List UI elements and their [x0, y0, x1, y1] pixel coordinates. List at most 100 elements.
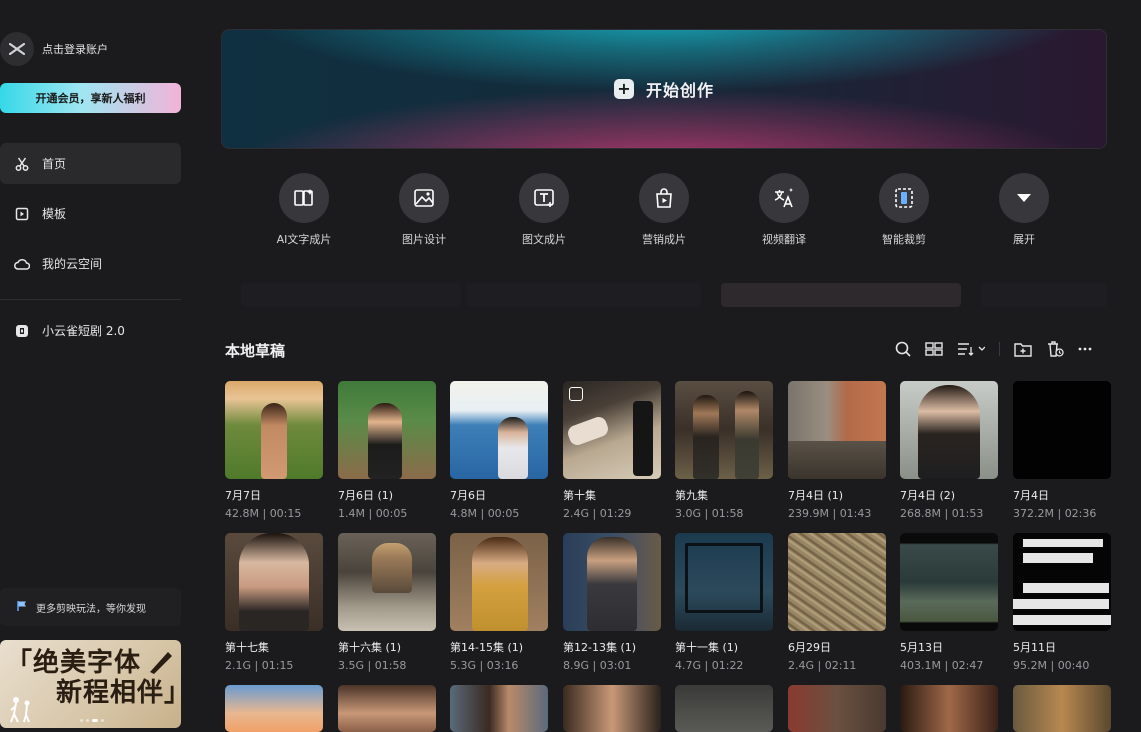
draft-card[interactable]: 第十六集 (1) 3.5G | 01:58: [338, 533, 436, 672]
ai-text-icon: [279, 173, 329, 223]
draft-card[interactable]: 7月7日 42.8M | 00:15: [225, 381, 323, 520]
draft-thumbnail[interactable]: [450, 533, 548, 631]
draft-card[interactable]: [675, 685, 773, 732]
vip-button[interactable]: 开通会员，享新人福利: [0, 83, 181, 113]
draft-card[interactable]: 第14-15集 (1) 5.3G | 03:16: [450, 533, 548, 672]
font-promo-banner[interactable]: 「绝美字体 新程相伴」: [0, 640, 181, 728]
draft-card[interactable]: [338, 685, 436, 732]
draft-thumbnail[interactable]: [675, 381, 773, 479]
draft-size: 268.8M: [900, 507, 941, 520]
draft-name: 7月6日: [450, 489, 486, 502]
faded-item: [721, 283, 961, 307]
draft-card[interactable]: 7月6日 4.8M | 00:05: [450, 381, 548, 520]
select-checkbox[interactable]: [569, 387, 583, 401]
draft-thumbnail[interactable]: [900, 533, 998, 631]
tool-text-image[interactable]: 图文成片: [504, 173, 584, 247]
start-creating-label: 开始创作: [645, 81, 714, 100]
sort-icon[interactable]: [957, 339, 985, 359]
draft-meta: 3.0G | 01:58: [675, 507, 744, 520]
draft-card[interactable]: [450, 685, 548, 732]
draft-thumbnail[interactable]: [675, 533, 773, 631]
draft-name: 第十六集 (1): [338, 641, 402, 654]
draft-thumbnail[interactable]: [338, 381, 436, 479]
tool-smart-crop[interactable]: 智能裁剪: [864, 173, 944, 247]
draft-duration: 00:05: [487, 507, 520, 520]
sidebar-item-home[interactable]: 首页: [0, 143, 181, 184]
draft-card[interactable]: 7月6日 (1) 1.4M | 00:05: [338, 381, 436, 520]
draft-card[interactable]: 第12-13集 (1) 8.9G | 03:01: [563, 533, 661, 672]
new-folder-icon[interactable]: [1014, 339, 1032, 359]
pen-icon: [150, 652, 172, 674]
tool-expand[interactable]: 展开: [984, 173, 1064, 247]
draft-meta: 8.9G | 03:01: [563, 659, 632, 672]
draft-card[interactable]: [788, 685, 886, 732]
draft-meta: 239.9M | 01:43: [788, 507, 872, 520]
recycle-icon[interactable]: [1046, 339, 1064, 359]
draft-card[interactable]: 5月13日 403.1M | 02:47: [900, 533, 998, 672]
draft-thumbnail[interactable]: [225, 685, 323, 732]
sidebar-divider: [0, 299, 181, 300]
draft-card[interactable]: 7月4日 372.2M | 02:36: [1013, 381, 1111, 520]
draft-duration: 01:22: [711, 659, 744, 672]
draft-thumbnail[interactable]: [788, 533, 886, 631]
sidebar-item-templates[interactable]: 模板: [0, 193, 181, 234]
draft-card[interactable]: [1013, 685, 1111, 732]
draft-card[interactable]: [563, 685, 661, 732]
avatar[interactable]: [0, 32, 34, 66]
draft-thumbnail[interactable]: [788, 685, 886, 732]
draft-size: 95.2M: [1013, 659, 1047, 672]
tool-ai-text[interactable]: AI文字成片: [264, 173, 344, 247]
draft-card[interactable]: 第十一集 (1) 4.7G | 01:22: [675, 533, 773, 672]
draft-thumbnail[interactable]: [225, 533, 323, 631]
pagination-dot-active[interactable]: [92, 719, 98, 722]
discover-more-button[interactable]: 更多剪映玩法，等你发现: [0, 588, 181, 626]
account-login[interactable]: 点击登录账户: [0, 32, 108, 66]
draft-card[interactable]: 6月29日 2.4G | 02:11: [788, 533, 886, 672]
search-icon[interactable]: [895, 339, 911, 359]
draft-thumbnail[interactable]: [1013, 381, 1111, 479]
draft-thumbnail[interactable]: [788, 381, 886, 479]
draft-thumbnail[interactable]: [338, 685, 436, 732]
tool-marketing[interactable]: 营销成片: [624, 173, 704, 247]
draft-thumbnail[interactable]: [1013, 533, 1111, 631]
start-creating-button[interactable]: + 开始创作: [221, 29, 1107, 149]
draft-thumbnail[interactable]: [563, 685, 661, 732]
more-icon[interactable]: [1078, 339, 1092, 359]
draft-thumbnail[interactable]: [338, 533, 436, 631]
app-logo-icon: [9, 43, 25, 55]
faded-suggestion-row: [221, 283, 1107, 307]
draft-thumbnail[interactable]: [450, 685, 548, 732]
draft-size: 8.9G: [563, 659, 590, 672]
draft-thumbnail[interactable]: [450, 381, 548, 479]
draft-meta: 1.4M | 00:05: [338, 507, 408, 520]
draft-thumbnail[interactable]: [563, 381, 661, 479]
draft-card[interactable]: 第九集 3.0G | 01:58: [675, 381, 773, 520]
draft-thumbnail[interactable]: [563, 533, 661, 631]
draft-thumbnail[interactable]: [900, 685, 998, 732]
pagination-dot[interactable]: [80, 719, 83, 722]
draft-card[interactable]: 7月4日 (1) 239.9M | 01:43: [788, 381, 886, 520]
pagination-dot[interactable]: [86, 719, 89, 722]
view-toggle-icon[interactable]: [925, 339, 943, 359]
draft-duration: 01:53: [951, 507, 984, 520]
tool-image-design[interactable]: 图片设计: [384, 173, 464, 247]
draft-card[interactable]: [225, 685, 323, 732]
draft-thumbnail[interactable]: [900, 381, 998, 479]
draft-card[interactable]: 第十七集 2.1G | 01:15: [225, 533, 323, 672]
draft-card[interactable]: 7月4日 (2) 268.8M | 01:53: [900, 381, 998, 520]
draft-thumbnail[interactable]: [225, 381, 323, 479]
draft-card[interactable]: 5月11日 95.2M | 00:40: [1013, 533, 1111, 672]
draft-card[interactable]: [900, 685, 998, 732]
draft-duration: 02:36: [1064, 507, 1097, 520]
draft-size: 5.3G: [450, 659, 477, 672]
pagination-dot[interactable]: [101, 719, 104, 722]
local-drafts-title: 本地草稿: [225, 342, 286, 360]
draft-thumbnail[interactable]: [675, 685, 773, 732]
tool-translate[interactable]: 视频翻译: [744, 173, 824, 247]
sidebar-item-cloud[interactable]: 我的云空间: [0, 243, 181, 284]
draft-card[interactable]: 第十集 2.4G | 01:29: [563, 381, 661, 520]
draft-thumbnail[interactable]: [1013, 685, 1111, 732]
sidebar-item-drama[interactable]: 小云雀短剧 2.0: [14, 322, 125, 339]
draft-meta: 2.1G | 01:15: [225, 659, 294, 672]
tool-label: 视频翻译: [762, 233, 806, 246]
